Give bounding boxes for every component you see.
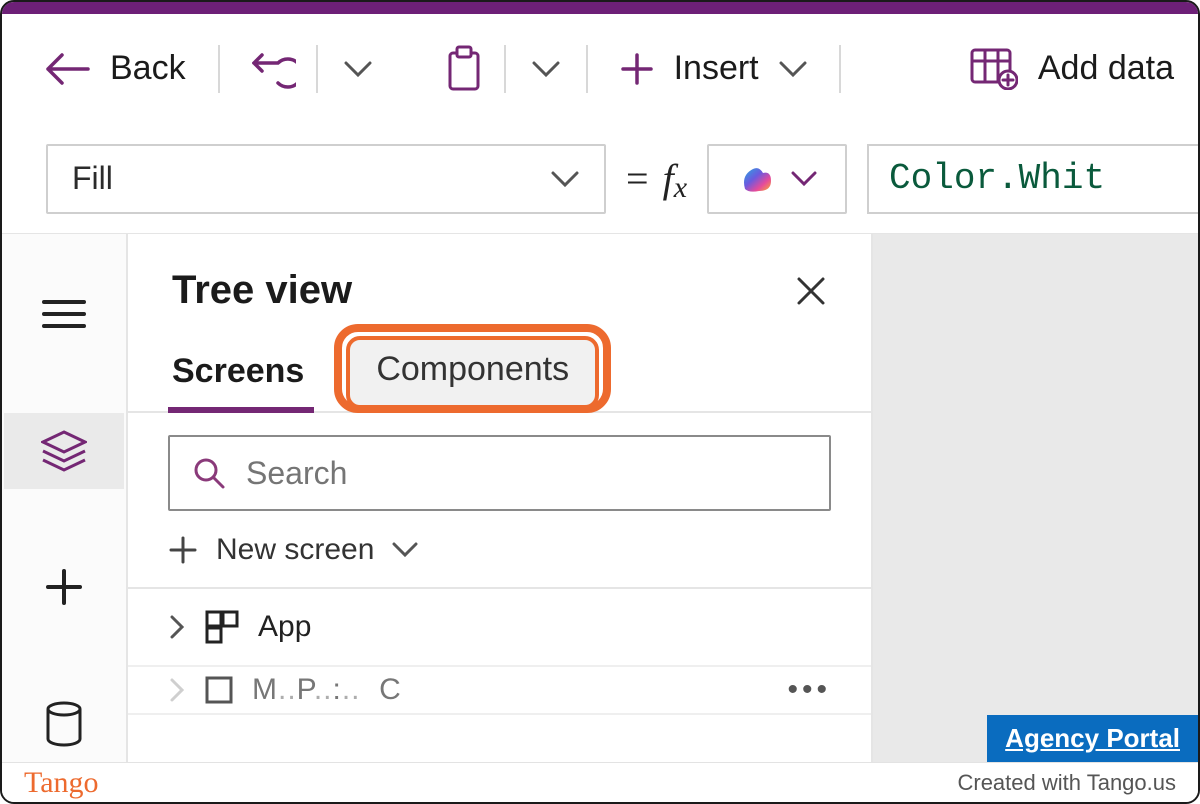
undo-icon [252,49,296,89]
chevron-down-icon [779,60,807,78]
back-label: Back [110,49,186,88]
hamburger-icon [42,298,86,330]
tango-logo: Tango [24,766,99,800]
separator [839,45,841,93]
search-icon [192,456,226,490]
layers-icon [41,430,87,472]
plus-icon [620,52,654,86]
back-button[interactable]: Back [26,37,204,101]
paste-menu[interactable] [520,37,572,101]
workspace: Tree view Screens Components [2,234,1198,762]
tab-screens-label: Screens [172,352,304,390]
screen-icon [204,675,234,705]
tree-item-app[interactable]: App [128,589,871,667]
tree-item-screen[interactable]: M..P..:.. C ••• [128,667,871,715]
chevron-down-icon [532,60,560,78]
insert-rail[interactable] [4,549,124,626]
tutorial-highlight: Components [346,330,599,411]
clipboard-icon [444,45,484,93]
formula-text: Color.Whit [889,158,1105,199]
search-input[interactable] [246,455,807,492]
property-selector[interactable]: Fill [46,144,606,214]
add-data-label: Add data [1038,49,1174,88]
agency-portal-link[interactable]: Agency Portal [987,715,1198,762]
insert-button[interactable]: Insert [602,37,825,101]
chevron-down-icon [550,169,580,189]
equals-icon: = [626,155,649,202]
formula-input[interactable]: Color.Whit [867,144,1198,214]
close-icon [795,275,827,307]
table-plus-icon [970,48,1018,90]
chevron-down-icon [392,541,418,559]
footer: Tango Created with Tango.us [2,762,1198,802]
agency-portal-label: Agency Portal [1005,723,1180,753]
close-panel-button[interactable] [795,275,827,307]
chevron-down-icon [791,170,817,188]
tree-view-rail[interactable] [4,413,124,490]
plus-icon [168,535,198,565]
separator [504,45,506,93]
command-bar: Back [2,14,1198,124]
panel-tabs: Screens Components [128,339,871,413]
search-box[interactable] [168,435,831,511]
insert-label: Insert [674,49,759,88]
arrow-left-icon [44,52,90,86]
new-screen-label: New screen [216,533,374,567]
chevron-right-icon[interactable] [168,677,186,703]
undo-button[interactable] [234,37,302,101]
footer-credit: Created with Tango.us [957,770,1176,796]
separator [316,45,318,93]
copilot-icon [737,159,777,199]
app-frame: Back [0,0,1200,804]
window-titlebar [2,2,1198,14]
separator [218,45,220,93]
plus-icon [45,568,83,606]
data-rail[interactable] [4,686,124,763]
formula-bar: Fill = fx Color [2,124,1198,234]
database-icon [44,701,84,747]
tree-item-label: App [258,610,311,644]
chevron-right-icon[interactable] [168,614,186,640]
paste-button[interactable] [426,37,490,101]
new-screen-button[interactable]: New screen [128,519,871,589]
panel-title: Tree view [172,268,352,313]
tree-view-panel: Tree view Screens Components [128,234,873,762]
fx-label: = fx [626,155,687,202]
add-data-button[interactable]: Add data [952,37,1174,101]
tree-item-label: M..P..:.. C [252,673,402,707]
more-icon[interactable]: ••• [787,673,831,707]
fx-icon[interactable]: fx [663,155,687,202]
separator [586,45,588,93]
hamburger-button[interactable] [4,276,124,353]
tab-components[interactable]: Components [346,336,599,409]
copilot-button[interactable] [707,144,847,214]
tab-screens[interactable]: Screens [168,340,326,411]
app-icon [204,609,240,645]
undo-menu[interactable] [332,37,384,101]
left-rail [2,234,128,762]
canvas-area[interactable]: Agency Portal [873,234,1198,762]
chevron-down-icon [344,60,372,78]
tab-components-label: Components [376,350,569,388]
property-name: Fill [72,160,113,197]
